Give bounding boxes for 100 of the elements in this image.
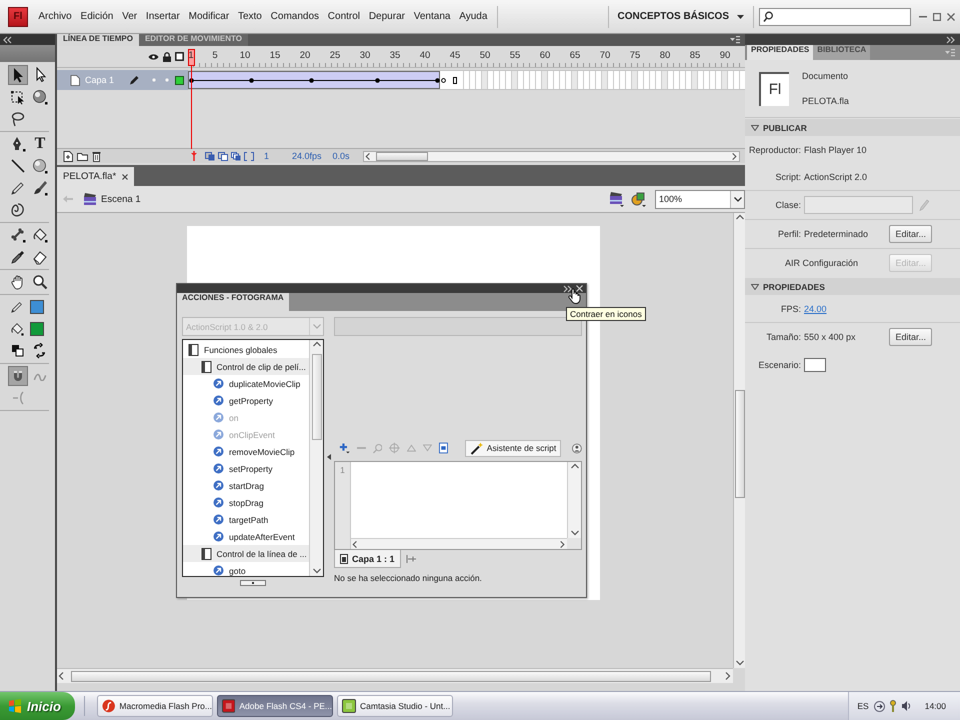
section-header[interactable]: PUBLICAR bbox=[745, 119, 960, 136]
vertical-scrollbar[interactable] bbox=[733, 213, 745, 668]
fps-link[interactable]: 24.00 bbox=[804, 304, 827, 314]
menu-item[interactable]: Insertar bbox=[142, 8, 184, 25]
tree-item[interactable]: getProperty bbox=[183, 392, 309, 409]
tree-item[interactable]: startDrag bbox=[183, 477, 309, 494]
scroll-left-icon[interactable] bbox=[364, 152, 373, 160]
page-icon[interactable] bbox=[63, 150, 73, 162]
tree-item[interactable]: updateAfterEvent bbox=[183, 528, 309, 545]
vertical-scrollbar[interactable] bbox=[309, 340, 323, 576]
timeline-scrollbar[interactable] bbox=[362, 150, 740, 162]
double-chevron-icon[interactable] bbox=[946, 36, 955, 44]
tree-item[interactable]: targetPath bbox=[183, 511, 309, 528]
menu-item[interactable]: Ayuda bbox=[454, 8, 492, 25]
current-frame-number[interactable]: 1 bbox=[264, 151, 270, 161]
square-outline-icon[interactable] bbox=[175, 52, 184, 61]
tree-item[interactable]: Funciones globales bbox=[183, 341, 309, 358]
close-icon[interactable] bbox=[122, 174, 128, 180]
menu-item[interactable]: Modificar bbox=[184, 8, 234, 25]
input-field[interactable] bbox=[334, 317, 582, 336]
document-icon[interactable] bbox=[438, 442, 448, 454]
menu-item[interactable]: Ventana bbox=[409, 8, 455, 25]
tree-item[interactable]: stopDrag bbox=[183, 494, 309, 511]
document-tab[interactable]: PELOTA.fla* bbox=[57, 167, 134, 186]
timeline-tab[interactable]: LÍNEA DE TIEMPO bbox=[57, 34, 139, 46]
menu-item[interactable]: Control bbox=[323, 8, 364, 25]
double-chevron-icon[interactable] bbox=[563, 284, 572, 292]
tree-item[interactable]: setProperty bbox=[183, 460, 309, 477]
menu-item[interactable]: Ver bbox=[118, 8, 142, 25]
taskbar-button[interactable]: Adobe Flash CS4 - PE... bbox=[217, 695, 333, 717]
language-indicator[interactable]: ES bbox=[857, 701, 869, 711]
selection-tool[interactable] bbox=[8, 65, 28, 85]
horizontal-scrollbar[interactable] bbox=[350, 538, 567, 549]
panel-menu-icon[interactable] bbox=[730, 36, 740, 44]
key-icon[interactable] bbox=[890, 700, 896, 712]
scroll-right-icon[interactable] bbox=[730, 152, 739, 160]
double-chevron-icon[interactable] bbox=[3, 36, 12, 44]
menu-item[interactable]: Comandos bbox=[266, 8, 324, 25]
menu-item[interactable]: Edición bbox=[76, 8, 118, 25]
script-assist-button[interactable]: Asistente de script bbox=[464, 440, 562, 456]
edit-button[interactable]: Editar... bbox=[889, 328, 932, 346]
marker-line-icon[interactable] bbox=[190, 151, 198, 161]
panel-tab[interactable]: BIBLIOTECA bbox=[813, 45, 870, 60]
plus-icon[interactable] bbox=[339, 442, 350, 454]
triangle-left-icon[interactable] bbox=[327, 454, 331, 460]
panel-tab[interactable]: PROPIEDADES bbox=[747, 45, 814, 60]
menu-item[interactable]: Depurar bbox=[364, 8, 410, 25]
eye-icon[interactable] bbox=[148, 52, 159, 60]
frame-cell[interactable] bbox=[440, 71, 446, 89]
taskbar-button[interactable]: Macromedia Flash Pro... bbox=[97, 695, 213, 717]
scroll-down-icon[interactable] bbox=[570, 528, 580, 538]
tree-item[interactable]: Control de clip de pelí... bbox=[183, 358, 309, 375]
menu-item[interactable]: Texto bbox=[234, 8, 266, 25]
scene-breadcrumb[interactable]: Escena 1 bbox=[83, 192, 141, 206]
bracket-icon[interactable] bbox=[244, 152, 254, 160]
pin-icon[interactable] bbox=[406, 554, 416, 564]
scroll-left-icon[interactable] bbox=[351, 540, 360, 548]
circle-figure-icon[interactable] bbox=[572, 442, 582, 454]
toolbar-grip[interactable] bbox=[0, 45, 55, 62]
start-button[interactable]: Inicio bbox=[0, 692, 75, 720]
folder-icon[interactable] bbox=[77, 152, 88, 160]
stacked-squares-icon[interactable] bbox=[231, 152, 241, 160]
maximize-icon[interactable] bbox=[933, 12, 941, 20]
lock-icon[interactable] bbox=[162, 52, 170, 62]
scroll-right-icon[interactable] bbox=[723, 671, 733, 681]
horizontal-scrollbar[interactable] bbox=[57, 668, 733, 683]
shapes-icon[interactable] bbox=[631, 191, 647, 207]
scrollbar-thumb[interactable] bbox=[376, 152, 428, 160]
edit-button[interactable]: Editar... bbox=[889, 225, 932, 243]
clapperboard-icon[interactable] bbox=[609, 191, 625, 207]
frame-cell[interactable] bbox=[194, 71, 200, 89]
outlined-squares-icon[interactable] bbox=[218, 152, 228, 160]
elapsed-time[interactable]: 0.0s bbox=[332, 151, 350, 161]
panel-tab[interactable]: ACCIONES - FOTOGRAMA bbox=[177, 293, 289, 311]
oval-tool[interactable] bbox=[30, 156, 50, 176]
tree-item[interactable]: removeMovieClip bbox=[183, 443, 309, 460]
vertical-scrollbar[interactable] bbox=[567, 462, 581, 538]
resize-grip-icon[interactable] bbox=[240, 580, 266, 586]
search-field[interactable] bbox=[759, 8, 911, 26]
scrollbar-thumb[interactable] bbox=[734, 390, 744, 498]
tree-item[interactable]: goto bbox=[183, 562, 309, 576]
color-swatch-icon[interactable] bbox=[804, 358, 826, 372]
scroll-down-icon[interactable] bbox=[312, 566, 322, 576]
close-icon[interactable] bbox=[947, 12, 955, 20]
tree-item[interactable]: Control de la línea de ... bbox=[183, 545, 309, 562]
circle-arrow-icon[interactable] bbox=[874, 700, 885, 712]
text-tool[interactable]: T bbox=[30, 134, 50, 154]
snap-tool[interactable] bbox=[8, 366, 28, 386]
menu-item[interactable]: Archivo bbox=[34, 8, 76, 25]
scrollbar-thumb[interactable] bbox=[312, 354, 322, 440]
minimize-icon[interactable] bbox=[919, 16, 927, 18]
script-tab[interactable]: Capa 1 : 1 bbox=[334, 550, 401, 568]
playhead[interactable] bbox=[188, 49, 195, 149]
zoom-dropdown[interactable]: 100% bbox=[655, 190, 745, 208]
class-field[interactable] bbox=[804, 196, 913, 214]
workspace-switcher[interactable]: CONCEPTOS BÁSICOS bbox=[614, 8, 748, 25]
overlapping-squares-icon[interactable] bbox=[205, 152, 215, 160]
taskbar-button[interactable]: Camtasia Studio - Unt... bbox=[337, 695, 453, 717]
frame-rate[interactable]: 24.0fps bbox=[292, 151, 322, 161]
tree-item[interactable]: duplicateMovieClip bbox=[183, 375, 309, 392]
